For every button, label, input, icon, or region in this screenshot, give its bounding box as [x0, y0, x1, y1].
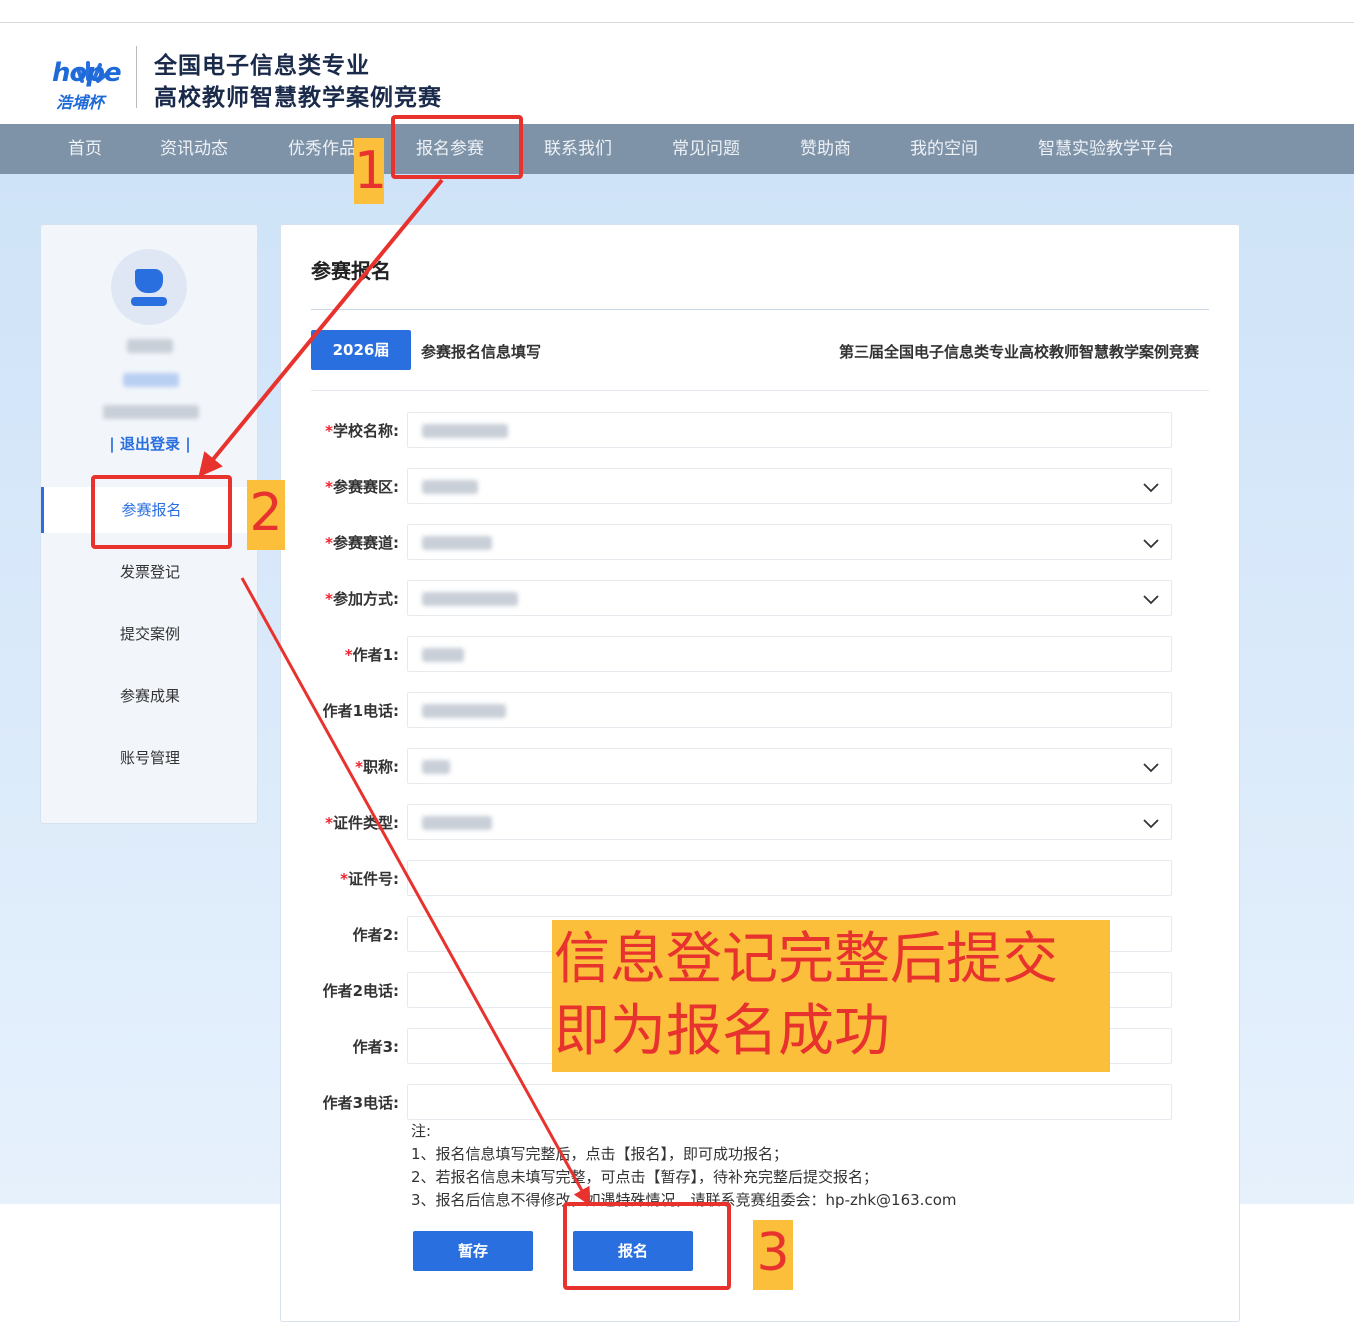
annotation-arrows [198, 178, 591, 1206]
arrow-nav-to-sidebar [198, 178, 444, 478]
arrow-sidebar-to-submit [240, 577, 591, 1206]
